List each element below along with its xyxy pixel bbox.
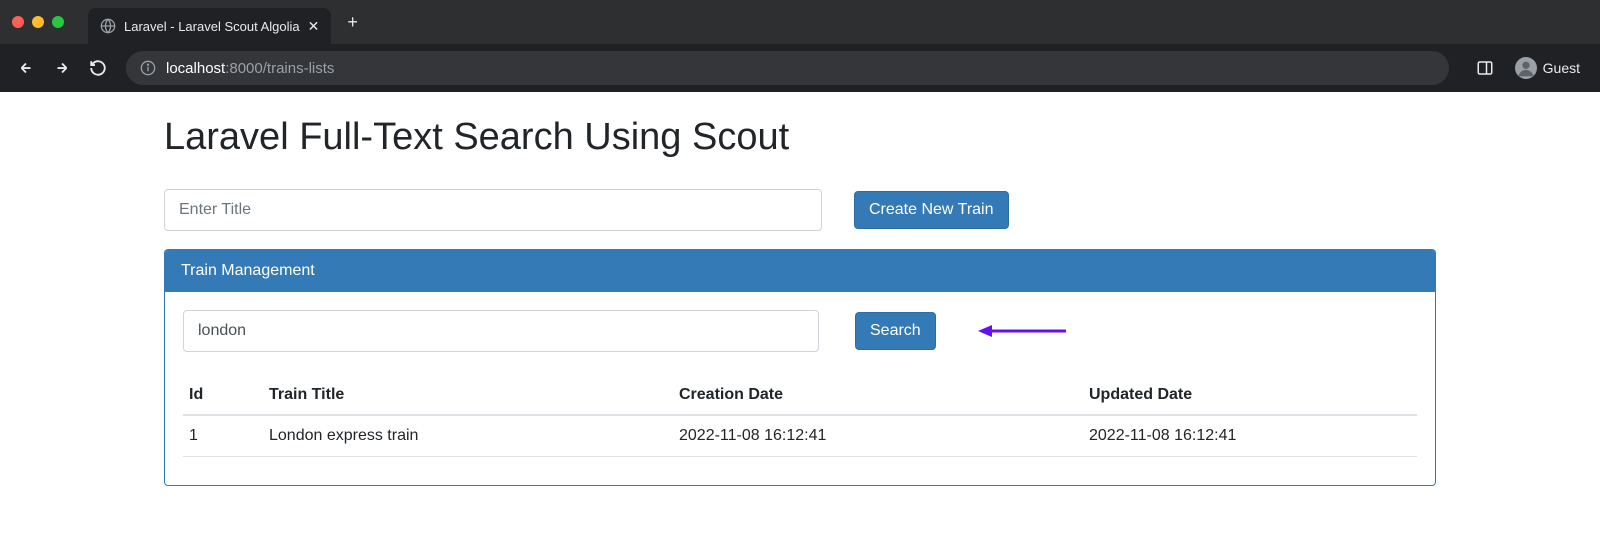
minimize-window-button[interactable] bbox=[32, 16, 44, 28]
window-controls bbox=[12, 16, 64, 28]
url-host: localhost bbox=[166, 60, 225, 77]
nav-bar: localhost:8000/trains-lists Guest bbox=[0, 44, 1600, 92]
trains-table: Id Train Title Creation Date Updated Dat… bbox=[183, 376, 1417, 457]
create-new-train-button[interactable]: Create New Train bbox=[854, 191, 1009, 229]
new-tab-button[interactable]: + bbox=[347, 12, 358, 33]
back-button[interactable] bbox=[10, 52, 42, 84]
panel-toggle-button[interactable] bbox=[1469, 52, 1501, 84]
profile-chip[interactable]: Guest bbox=[1505, 53, 1590, 83]
th-id: Id bbox=[183, 376, 263, 415]
tab-bar: Laravel - Laravel Scout Algolia ✕ + bbox=[0, 0, 1600, 44]
search-row: Search bbox=[183, 310, 1417, 352]
title-input[interactable] bbox=[164, 189, 822, 231]
profile-label: Guest bbox=[1543, 60, 1580, 76]
panel-body: Search Id Train Title Creation Date Upda… bbox=[165, 292, 1435, 485]
cell-id: 1 bbox=[183, 415, 263, 457]
address-bar[interactable]: localhost:8000/trains-lists bbox=[126, 51, 1449, 85]
arrow-left-icon bbox=[17, 59, 35, 77]
url-text: localhost:8000/trains-lists bbox=[166, 60, 334, 77]
url-path: /trains-lists bbox=[263, 60, 335, 77]
maximize-window-button[interactable] bbox=[52, 16, 64, 28]
panel-heading: Train Management bbox=[165, 250, 1435, 292]
page-content: Laravel Full-Text Search Using Scout Cre… bbox=[0, 92, 1600, 486]
reload-button[interactable] bbox=[82, 52, 114, 84]
cell-updated: 2022-11-08 16:12:41 bbox=[1083, 415, 1417, 457]
th-creation: Creation Date bbox=[673, 376, 1083, 415]
browser-chrome: Laravel - Laravel Scout Algolia ✕ + loca… bbox=[0, 0, 1600, 92]
globe-icon bbox=[100, 18, 116, 34]
table-header-row: Id Train Title Creation Date Updated Dat… bbox=[183, 376, 1417, 415]
tab-title: Laravel - Laravel Scout Algolia bbox=[124, 19, 300, 34]
info-icon bbox=[140, 60, 156, 76]
forward-button[interactable] bbox=[46, 52, 78, 84]
table-row: 1 London express train 2022-11-08 16:12:… bbox=[183, 415, 1417, 457]
search-button[interactable]: Search bbox=[855, 312, 936, 350]
panel-icon bbox=[1476, 59, 1494, 77]
browser-tab[interactable]: Laravel - Laravel Scout Algolia ✕ bbox=[88, 8, 331, 44]
url-port: :8000 bbox=[225, 60, 263, 77]
search-input[interactable] bbox=[183, 310, 819, 352]
cell-title: London express train bbox=[263, 415, 673, 457]
close-tab-icon[interactable]: ✕ bbox=[308, 19, 320, 33]
right-controls: Guest bbox=[1469, 52, 1590, 84]
annotation-arrow bbox=[978, 322, 1068, 340]
arrow-right-icon bbox=[53, 59, 71, 77]
top-controls-row: Create New Train bbox=[164, 189, 1436, 231]
close-window-button[interactable] bbox=[12, 16, 24, 28]
th-title: Train Title bbox=[263, 376, 673, 415]
page-title: Laravel Full-Text Search Using Scout bbox=[164, 116, 1436, 159]
arrow-left-annotation-icon bbox=[978, 322, 1068, 340]
reload-icon bbox=[89, 59, 107, 77]
cell-creation: 2022-11-08 16:12:41 bbox=[673, 415, 1083, 457]
train-management-panel: Train Management Search Id Train Title bbox=[164, 249, 1436, 486]
th-updated: Updated Date bbox=[1083, 376, 1417, 415]
avatar-icon bbox=[1515, 57, 1537, 79]
